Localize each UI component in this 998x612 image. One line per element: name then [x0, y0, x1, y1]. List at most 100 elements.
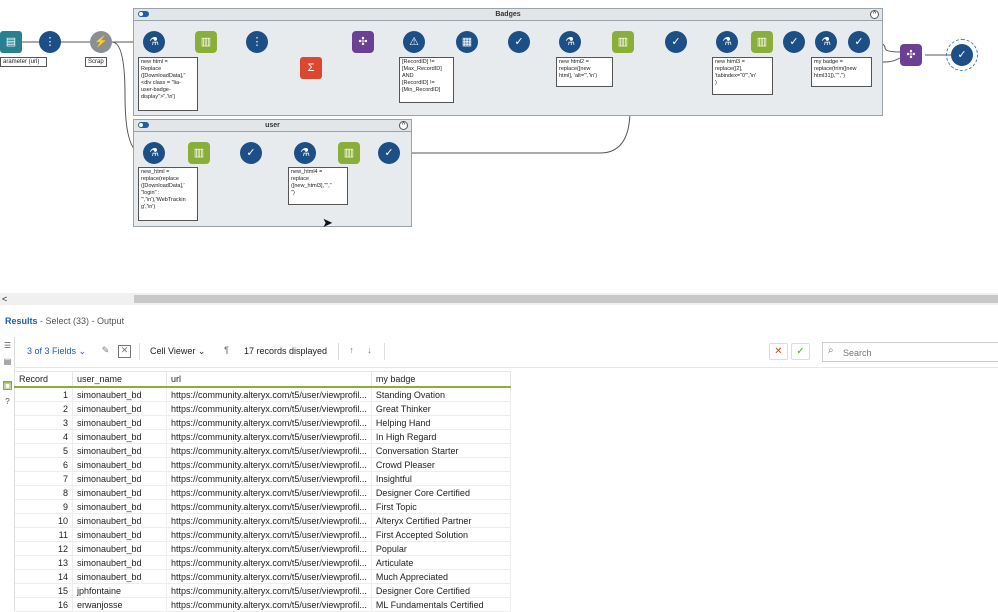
arrow-up-icon[interactable]: ↑ — [346, 345, 357, 356]
table-row[interactable]: 3 simonaubert_bd https://community.alteryx… — [14, 415, 511, 430]
record-cell[interactable]: 10 — [14, 513, 73, 528]
record-cell[interactable]: 9 — [14, 499, 73, 514]
edit-icon[interactable]: ✎ — [100, 345, 111, 356]
record-cell[interactable]: 1 — [14, 387, 73, 402]
url-cell[interactable]: https://community.alteryx.com/t5/user/vi… — [166, 513, 372, 528]
url-cell[interactable]: https://community.alteryx.com/t5/user/vi… — [166, 541, 372, 556]
formula-tool-icon[interactable]: ⚗ — [143, 31, 165, 53]
badge-cell[interactable]: Standing Ovation — [371, 387, 511, 402]
badge-cell[interactable]: First Topic — [371, 499, 511, 514]
scrollbar-thumb[interactable] — [134, 295, 998, 303]
select-tool-icon[interactable]: ✓ — [665, 31, 687, 53]
table-row[interactable]: 1 simonaubert_bd https://community.alteryx… — [14, 387, 511, 402]
text-to-columns-tool-icon[interactable]: ▥ — [188, 142, 210, 164]
record-cell[interactable]: 2 — [14, 401, 73, 416]
data-icon[interactable]: ▣ — [3, 381, 12, 390]
record-id-tool-icon[interactable]: ⋮ — [246, 31, 268, 53]
column-header[interactable]: user_name — [72, 371, 167, 388]
formula-tool-icon[interactable]: ⋮ — [39, 31, 61, 53]
clear-filter-button[interactable]: ✕ — [769, 343, 788, 360]
select-tool-icon[interactable]: ✓ — [508, 31, 530, 53]
table-row[interactable]: 15 jphfontaine https://community.alteryx.c… — [14, 583, 511, 598]
badge-cell[interactable]: Designer Core Certified — [371, 485, 511, 500]
url-cell[interactable]: https://community.alteryx.com/t5/user/vi… — [166, 499, 372, 514]
record-cell[interactable]: 3 — [14, 415, 73, 430]
container-toggle[interactable] — [138, 122, 149, 128]
badge-cell[interactable]: Designer Core Certified — [371, 583, 511, 598]
record-cell[interactable]: 6 — [14, 457, 73, 472]
user-name-cell[interactable]: simonaubert_bd — [72, 555, 167, 570]
url-cell[interactable]: https://community.alteryx.com/t5/user/vi… — [166, 387, 372, 402]
record-cell[interactable]: 12 — [14, 541, 73, 556]
table-row[interactable]: 14 simonaubert_bd https://community.altery… — [14, 569, 511, 584]
url-cell[interactable]: https://community.alteryx.com/t5/user/vi… — [166, 555, 372, 570]
user-name-cell[interactable]: simonaubert_bd — [72, 415, 167, 430]
canvas-horizontal-scrollbar[interactable]: < — [0, 293, 998, 305]
formula-tool-icon[interactable]: ⚗ — [294, 142, 316, 164]
badge-cell[interactable]: Popular — [371, 541, 511, 556]
column-header[interactable]: my badge — [370, 371, 511, 388]
url-cell[interactable]: https://community.alteryx.com/t5/user/vi… — [166, 569, 372, 584]
results-table[interactable]: Record user_name url my badge 1 simonaube… — [14, 371, 511, 612]
column-header[interactable]: url — [166, 371, 372, 388]
select-tool-icon[interactable]: ✓ — [848, 31, 870, 53]
user-name-cell[interactable]: simonaubert_bd — [72, 387, 167, 402]
text-input-tool-icon[interactable]: ▤ — [0, 31, 22, 53]
url-cell[interactable]: https://community.alteryx.com/t5/user/vi… — [166, 597, 372, 612]
badge-cell[interactable]: Insightful — [371, 471, 511, 486]
union-tool-icon[interactable]: ✣ — [900, 44, 922, 66]
formula-tool-icon[interactable]: ⚗ — [716, 31, 738, 53]
download-tool-icon[interactable]: ⚡ — [90, 31, 112, 53]
user-name-cell[interactable]: jphfontaine — [72, 583, 167, 598]
user-name-cell[interactable]: simonaubert_bd — [72, 429, 167, 444]
url-cell[interactable]: https://community.alteryx.com/t5/user/vi… — [166, 471, 372, 486]
text-to-columns-tool-icon[interactable]: ▥ — [751, 31, 773, 53]
select-tool-icon[interactable]: ✓ — [783, 31, 805, 53]
text-to-columns-tool-icon[interactable]: ▥ — [195, 31, 217, 53]
formula-tool-icon[interactable]: ⚗ — [815, 31, 837, 53]
table-row[interactable]: 16 erwanjosse https://community.alteryx.co… — [14, 597, 511, 612]
url-cell[interactable]: https://community.alteryx.com/t5/user/vi… — [166, 401, 372, 416]
info-icon[interactable]: ? — [3, 397, 12, 406]
user-name-cell[interactable]: simonaubert_bd — [72, 457, 167, 472]
close-box-icon[interactable]: ✕ — [118, 345, 131, 358]
table-row[interactable]: 12 simonaubert_bd https://community.altery… — [14, 541, 511, 556]
record-cell[interactable]: 16 — [14, 597, 73, 612]
user-name-cell[interactable]: simonaubert_bd — [72, 485, 167, 500]
workflow-canvas[interactable]: Badges ^ user ^ ▤ ⋮ ⚡ ⚗ ▥ ⋮ ✣ Σ ⚠ ▦ ✓ ⚗ … — [0, 0, 998, 293]
user-name-cell[interactable]: simonaubert_bd — [72, 513, 167, 528]
user-name-cell[interactable]: simonaubert_bd — [72, 443, 167, 458]
table-row[interactable]: 7 simonaubert_bd https://community.alteryx… — [14, 471, 511, 486]
url-cell[interactable]: https://community.alteryx.com/t5/user/vi… — [166, 415, 372, 430]
user-name-cell[interactable]: simonaubert_bd — [72, 541, 167, 556]
badge-cell[interactable]: First Accepted Solution — [371, 527, 511, 542]
table-row[interactable]: 6 simonaubert_bd https://community.alteryx… — [14, 457, 511, 472]
table-row[interactable]: 10 simonaubert_bd https://community.altery… — [14, 513, 511, 528]
record-cell[interactable]: 4 — [14, 429, 73, 444]
viewer-selector[interactable]: Cell Viewer ⌄ — [150, 345, 205, 358]
url-cell[interactable]: https://community.alteryx.com/t5/user/vi… — [166, 429, 372, 444]
text-to-columns-tool-icon[interactable]: ▥ — [338, 142, 360, 164]
table-row[interactable]: 11 simonaubert_bd https://community.altery… — [14, 527, 511, 542]
record-cell[interactable]: 13 — [14, 555, 73, 570]
badge-cell[interactable]: Great Thinker — [371, 401, 511, 416]
url-cell[interactable]: https://community.alteryx.com/t5/user/vi… — [166, 527, 372, 542]
select-tool-icon[interactable]: ✓ — [946, 39, 978, 71]
user-name-cell[interactable]: simonaubert_bd — [72, 499, 167, 514]
user-name-cell[interactable]: simonaubert_bd — [72, 527, 167, 542]
table-row[interactable]: 4 simonaubert_bd https://community.alteryx… — [14, 429, 511, 444]
formula-tool-icon[interactable]: ⚗ — [559, 31, 581, 53]
table-row[interactable]: 9 simonaubert_bd https://community.alteryx… — [14, 499, 511, 514]
search-input[interactable] — [841, 345, 995, 360]
user-name-cell[interactable]: erwanjosse — [72, 597, 167, 612]
user-name-cell[interactable]: simonaubert_bd — [72, 401, 167, 416]
badge-cell[interactable]: Much Appreciated — [371, 569, 511, 584]
select-tool-icon[interactable]: ✓ — [378, 142, 400, 164]
formula-tool-icon[interactable]: ⚗ — [143, 142, 165, 164]
summarize-tool-icon[interactable]: Σ — [300, 57, 322, 79]
badge-cell[interactable]: Alteryx Certified Partner — [371, 513, 511, 528]
record-cell[interactable]: 11 — [14, 527, 73, 542]
record-cell[interactable]: 5 — [14, 443, 73, 458]
user-name-cell[interactable]: simonaubert_bd — [72, 569, 167, 584]
collapse-icon[interactable]: ^ — [399, 121, 408, 130]
